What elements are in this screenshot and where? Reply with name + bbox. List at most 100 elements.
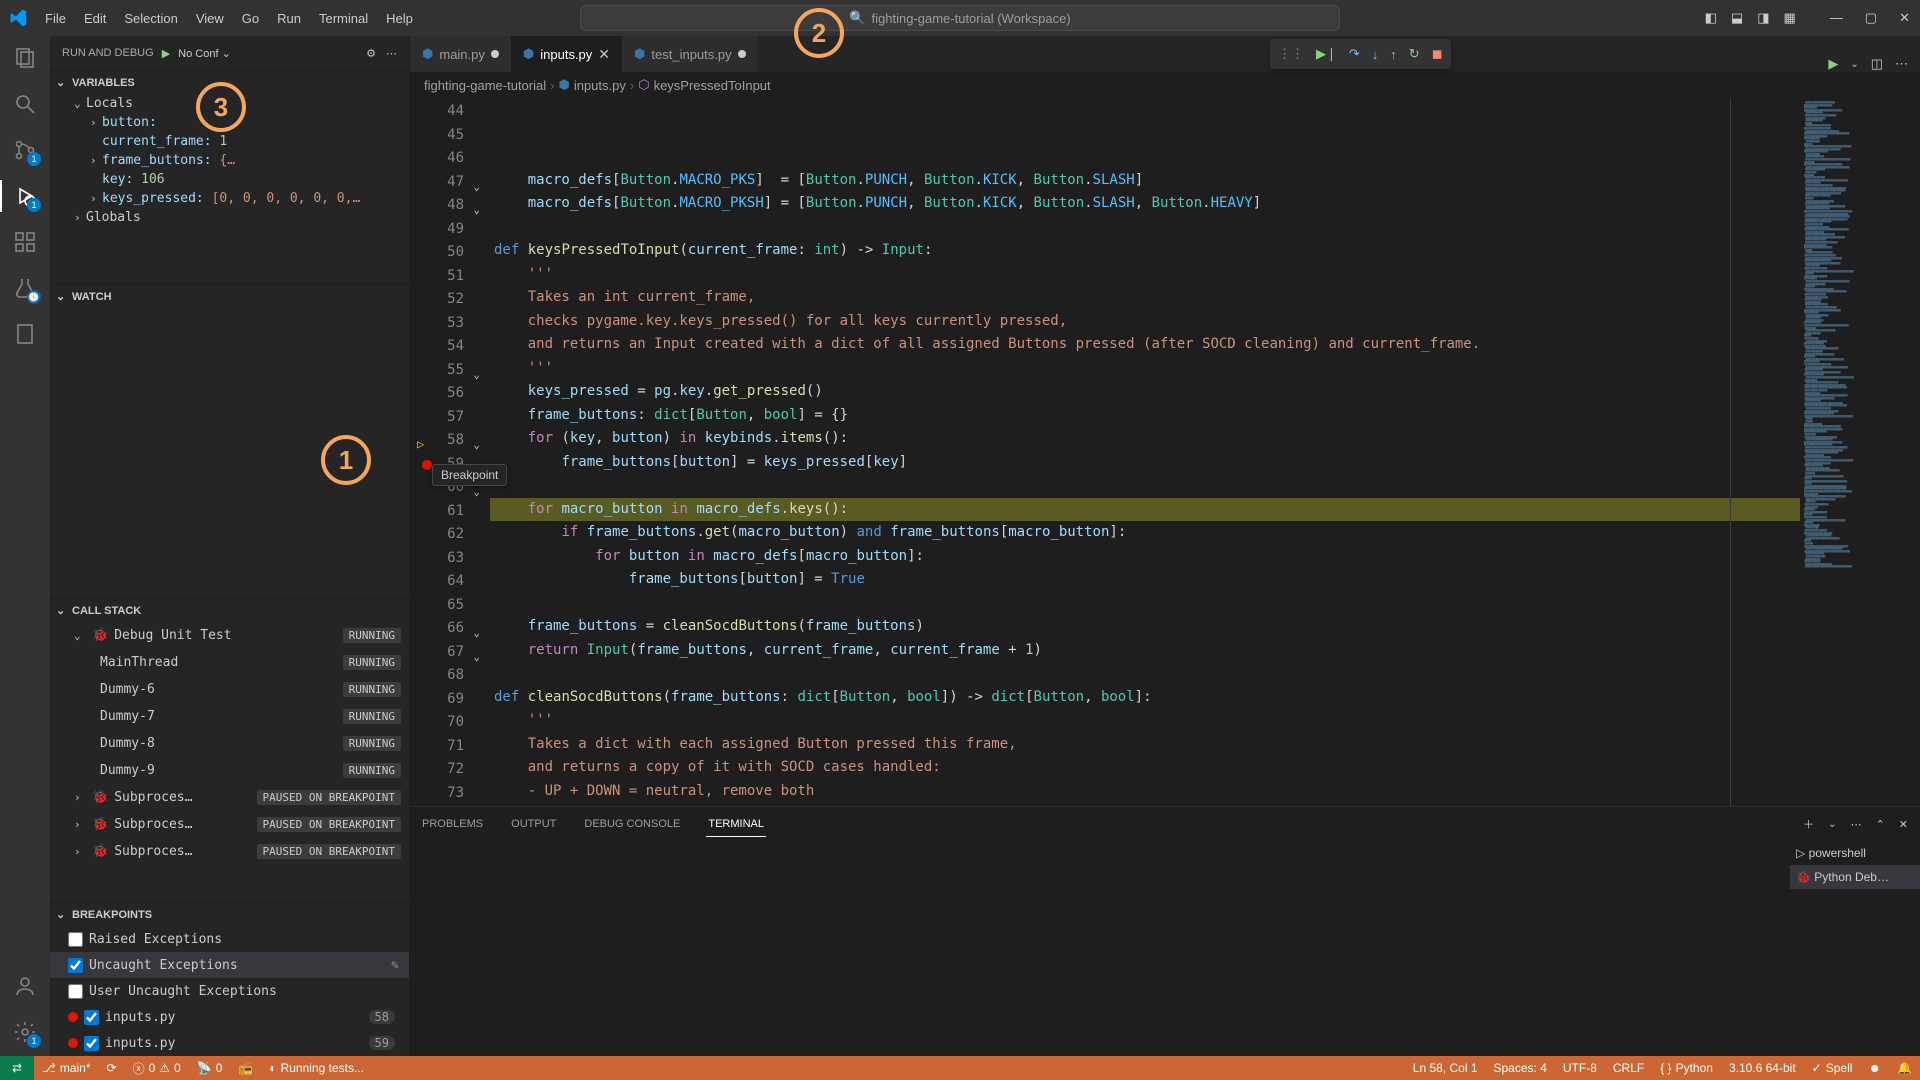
terminal-Python Deb…[interactable]: 🐞 Python Deb… (1790, 865, 1920, 889)
panel-close-icon[interactable]: ✕ (1899, 818, 1908, 831)
bp-file[interactable]: inputs.py58 (50, 1004, 409, 1030)
cursor-pos[interactable]: Ln 58, Col 1 (1405, 1061, 1486, 1075)
terminal-powershell[interactable]: ▷ powershell (1790, 841, 1920, 865)
testing-icon[interactable]: 🕓 (11, 274, 39, 302)
debug-icon[interactable]: 1 (11, 182, 39, 210)
lang[interactable]: { } Python (1652, 1061, 1721, 1075)
minimize-icon[interactable]: ― (1830, 10, 1843, 26)
watch-header[interactable]: ⌄WATCH (50, 284, 409, 308)
variables-header[interactable]: ⌄VARIABLES (50, 70, 409, 94)
spaces[interactable]: Spaces: 4 (1486, 1061, 1555, 1075)
bookmark-icon[interactable] (11, 320, 39, 348)
breadcrumb[interactable]: fighting-game-tutorial › ⬢ inputs.py › ⬡… (410, 72, 1920, 98)
bp-uncaught[interactable]: Uncaught Exceptions✎ (50, 952, 409, 978)
problems[interactable]: ⓧ 0 ⚠ 0 (125, 1056, 189, 1080)
menu-file[interactable]: File (37, 7, 74, 30)
encoding[interactable]: UTF-8 (1555, 1061, 1605, 1075)
var-keys_pressed[interactable]: ›keys_pressed: [0, 0, 0, 0, 0, 0,… (50, 189, 409, 208)
layout-bottom-icon[interactable]: ⬓ (1731, 10, 1743, 26)
restart-icon[interactable]: ↻ (1409, 46, 1420, 62)
remote-icon[interactable]: ⇄ (0, 1056, 34, 1080)
gear-icon[interactable]: ⚙ (366, 47, 376, 60)
more-icon[interactable]: ⋯ (386, 47, 397, 60)
bc-file[interactable]: inputs.py (574, 78, 626, 93)
stop-icon[interactable]: ◼ (1432, 46, 1443, 62)
debug-config-dropdown[interactable]: No Conf ⌄ (178, 47, 231, 60)
tab-more-icon[interactable]: ⋯ (1895, 56, 1908, 72)
spell[interactable]: ✓ Spell (1804, 1061, 1861, 1075)
search-icon[interactable] (11, 90, 39, 118)
var-current_frame[interactable]: current_frame: 1 (50, 132, 409, 151)
feedback-icon[interactable]: ☻ (1860, 1061, 1889, 1075)
menu-edit[interactable]: Edit (76, 7, 114, 30)
editor-body[interactable]: 44454647⌄48⌄49505152535455⌄565758⌄▷5960⌄… (410, 98, 1920, 806)
ports[interactable]: 📡 0 (189, 1056, 231, 1080)
explorer-icon[interactable] (11, 44, 39, 72)
panel-tab-debug console[interactable]: DEBUG CONSOLE (582, 812, 682, 837)
extensions-icon[interactable] (11, 228, 39, 256)
layout-grid-icon[interactable]: ▦ (1784, 10, 1796, 26)
thread-Dummy-6[interactable]: Dummy-6RUNNING (50, 676, 409, 703)
step-out-icon[interactable]: ↑ (1390, 47, 1397, 62)
var-frame_buttons[interactable]: ›frame_buttons: {… (50, 151, 409, 170)
breakpoints-header[interactable]: ⌄BREAKPOINTS (50, 902, 409, 926)
thread-Subproces…[interactable]: ›🐞Subproces…PAUSED ON BREAKPOINT (50, 784, 409, 811)
thread-Dummy-7[interactable]: Dummy-7RUNNING (50, 703, 409, 730)
thread-Subproces…[interactable]: ›🐞Subproces…PAUSED ON BREAKPOINT (50, 811, 409, 838)
layout-left-icon[interactable]: ◧ (1705, 10, 1717, 26)
panel-tab-problems[interactable]: PROBLEMS (420, 812, 485, 837)
bp-raised[interactable]: Raised Exceptions (50, 926, 409, 952)
step-into-icon[interactable]: ↓ (1372, 47, 1379, 62)
command-center[interactable]: 🔍 fighting-game-tutorial (Workspace) (580, 5, 1340, 31)
eol[interactable]: CRLF (1605, 1061, 1652, 1075)
close-icon[interactable]: ✕ (1899, 10, 1910, 26)
code-area[interactable]: macro_defs[Button.MACRO_PKS] = [Button.P… (490, 98, 1800, 806)
live[interactable]: 📻 (230, 1056, 261, 1080)
start-debug-icon[interactable]: ▶ (162, 47, 170, 60)
thread-MainThread[interactable]: MainThreadRUNNING (50, 649, 409, 676)
thread-Dummy-9[interactable]: Dummy-9RUNNING (50, 757, 409, 784)
scm-icon[interactable]: 1 (11, 136, 39, 164)
accounts-icon[interactable] (11, 972, 39, 1000)
run-file-icon[interactable]: ▶ (1828, 56, 1838, 72)
drag-grip-icon[interactable]: ⋮⋮ (1278, 46, 1304, 62)
menu-go[interactable]: Go (234, 7, 267, 30)
globals-scope[interactable]: ›Globals (50, 208, 409, 227)
tab-test_inputs.py[interactable]: ⬢test_inputs.py (622, 36, 758, 72)
panel-more-icon[interactable]: ⋯ (1851, 818, 1862, 831)
menu-help[interactable]: Help (378, 7, 421, 30)
gutter[interactable]: 44454647⌄48⌄49505152535455⌄565758⌄▷5960⌄… (410, 98, 490, 806)
menu-terminal[interactable]: Terminal (311, 7, 376, 30)
bp-file[interactable]: inputs.py59 (50, 1030, 409, 1056)
var-key[interactable]: key: 106 (50, 170, 409, 189)
settings-gear-icon[interactable]: 1 (11, 1018, 39, 1046)
menu-view[interactable]: View (188, 7, 232, 30)
tab-main.py[interactable]: ⬢main.py (410, 36, 511, 72)
step-over-icon[interactable]: ↷ (1349, 46, 1360, 62)
locals-scope[interactable]: ⌄Locals (50, 94, 409, 113)
bell-icon[interactable]: 🔔 (1889, 1061, 1920, 1075)
pyversion[interactable]: 3.10.6 64-bit (1721, 1061, 1804, 1075)
menu-selection[interactable]: Selection (116, 7, 185, 30)
panel-tab-terminal[interactable]: TERMINAL (706, 812, 766, 837)
thread-Subproces…[interactable]: ›🐞Subproces…PAUSED ON BREAKPOINT (50, 838, 409, 865)
var-button[interactable]: ›button: (50, 113, 409, 132)
running-tests[interactable]: ◐ Running tests... (261, 1056, 372, 1080)
menu-run[interactable]: Run (269, 7, 309, 30)
maximize-icon[interactable]: ▢ (1865, 10, 1877, 26)
split-editor-icon[interactable]: ◫ (1871, 56, 1883, 72)
continue-icon[interactable]: ▶❘ (1316, 46, 1337, 62)
tab-inputs.py[interactable]: ⬢inputs.py✕ (511, 36, 622, 72)
branch[interactable]: ⎇ main* (34, 1056, 99, 1080)
debug-toolbar[interactable]: ⋮⋮ ▶❘ ↷ ↓ ↑ ↻ ◼ (1270, 39, 1451, 69)
layout-right-icon[interactable]: ◨ (1757, 10, 1769, 26)
debug-session[interactable]: ⌄🐞Debug Unit Test RUNNING (50, 622, 409, 649)
terminal-body[interactable]: ▷ powershell🐞 Python Deb… (410, 841, 1920, 1056)
new-terminal-icon[interactable]: ＋ (1803, 816, 1814, 832)
minimap[interactable]: █████████████████████ ██████████████████… (1800, 98, 1920, 806)
panel-tab-output[interactable]: OUTPUT (509, 812, 558, 837)
bc-folder[interactable]: fighting-game-tutorial (424, 78, 546, 93)
thread-Dummy-8[interactable]: Dummy-8RUNNING (50, 730, 409, 757)
panel-max-icon[interactable]: ⌃ (1876, 818, 1885, 831)
bp-user-uncaught[interactable]: User Uncaught Exceptions (50, 978, 409, 1004)
